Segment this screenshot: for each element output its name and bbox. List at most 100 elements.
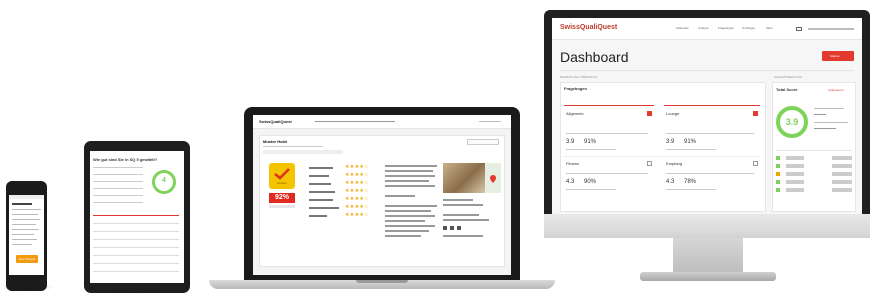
card-percent: 90%: [584, 179, 597, 185]
card-score: 4.3: [566, 179, 575, 185]
star-rating-icon: ★★★★☆: [345, 204, 369, 210]
card-checkbox[interactable]: [647, 161, 652, 166]
table-row: [93, 255, 179, 256]
total-score-link[interactable]: Analysieren: [828, 88, 854, 92]
card-percent: 78%: [684, 179, 697, 185]
list-item: [776, 180, 852, 184]
laptop-brand: SwissQualiQuest: [259, 119, 292, 124]
laptop-login-link[interactable]: [479, 121, 501, 122]
panel-title: Fragebogen: [564, 86, 587, 91]
list-item: [776, 164, 852, 168]
card-name: Lounge: [666, 111, 680, 116]
card-row-divider: [564, 156, 760, 157]
laptop-title-underline: [263, 146, 323, 147]
list-item: [776, 156, 852, 160]
card-percent: 91%: [584, 139, 597, 145]
card-checkbox[interactable]: [753, 111, 758, 116]
text-line: [814, 128, 836, 129]
tablet-detail-table: [93, 221, 179, 279]
text-line: [443, 214, 479, 216]
card-checkbox[interactable]: [753, 161, 758, 166]
text-line: [385, 220, 425, 222]
card-meta-line: [666, 133, 754, 134]
total-score-value: 3.9: [785, 117, 799, 127]
phone-title-line: [12, 203, 32, 205]
text-line: [443, 204, 483, 206]
questionnaire-panel: [560, 82, 766, 212]
nav-item[interactable]: Umfragen: [742, 26, 764, 30]
phone-list-row: [12, 229, 39, 230]
card-score: 3.9: [566, 139, 575, 145]
text-line: [443, 235, 483, 237]
desktop-monitor: SwissQualiQuest Startseite Analyse Frage…: [544, 10, 870, 214]
golden-badge-label: Golden: [277, 181, 287, 185]
mail-icon[interactable]: [796, 27, 802, 31]
nav-item[interactable]: Fragebogen: [718, 26, 740, 30]
total-meta-lines: [814, 108, 852, 138]
text-line: [385, 210, 431, 212]
card-meta-line: [666, 173, 754, 174]
total-score-title: Total Score: [776, 87, 798, 92]
page-title: Dashboard: [560, 49, 629, 65]
card-meta-line: [566, 149, 616, 150]
panel-accent-line: [564, 105, 654, 106]
text-line: [385, 225, 435, 227]
card-percent: 91%: [684, 139, 697, 145]
phone-list-row: [12, 234, 34, 235]
text-line: [443, 199, 473, 201]
card-checkbox[interactable]: [647, 111, 652, 116]
table-row: [93, 202, 143, 203]
table-row: [93, 174, 143, 175]
phone-cta-button[interactable]: Zum Tampel: [16, 255, 38, 263]
desktop-brand: SwissQualiQuest: [560, 24, 618, 31]
star-rating-icon: ★★★★☆: [345, 196, 369, 202]
laptop-category-labels: [309, 165, 343, 217]
text-line: [385, 230, 429, 232]
laptop-company-title: Muster Hotel: [263, 139, 288, 144]
tablet-score-value: 4: [162, 177, 166, 184]
table-row: [93, 231, 179, 232]
nav-item[interactable]: Startseite: [676, 26, 696, 30]
table-row: [93, 195, 143, 196]
laptop-tabs[interactable]: [263, 150, 343, 154]
laptop-share-button[interactable]: [467, 139, 499, 145]
panel-accent-line: [664, 105, 760, 106]
right-section-label: GESAMTWERTUNG: [774, 75, 803, 79]
start-button-label: Starten: [830, 54, 840, 58]
category-label: [309, 183, 331, 185]
nav-item[interactable]: Mehr: [766, 26, 782, 30]
nav-item[interactable]: Analyse: [698, 26, 716, 30]
laptop-contact-lines: [443, 199, 493, 239]
card-meta-line: [566, 133, 648, 134]
star-rating-icon: ★★★★☆: [345, 180, 369, 186]
text-line: [385, 235, 421, 237]
phone-list-row: [12, 239, 37, 240]
card-meta-line: [566, 189, 616, 190]
card-meta-line: [666, 189, 716, 190]
tablet-divider: [93, 215, 179, 216]
rating-percentage: 92%: [269, 193, 295, 203]
phone-list-row: [12, 209, 41, 210]
score-distribution-list: [776, 150, 852, 200]
star-rating-icon: ★★★★☆: [345, 188, 369, 194]
table-row: [93, 181, 143, 182]
tablet-heading: Wie gut sind Sie in SQ 5 gewählt?: [93, 157, 158, 162]
laptop: SwissQualiQuest Muster Hotel Golden 92% …: [244, 107, 520, 280]
text-line: [385, 215, 435, 217]
card-score: 4.3: [666, 179, 675, 185]
phone-rating-list: [12, 209, 41, 249]
table-row: [776, 150, 852, 151]
card-score: 3.9: [666, 139, 675, 145]
text-line: [385, 170, 433, 172]
smartphone: Zum Tampel: [6, 181, 47, 291]
monitor-stand: [673, 238, 743, 274]
tablet-screen: Wie gut sind Sie in SQ 5 gewählt? 4: [90, 151, 184, 283]
phone-screen: Zum Tampel: [9, 195, 44, 275]
table-row: [93, 167, 143, 168]
text-line: [385, 180, 429, 182]
card-meta-line: [666, 149, 716, 150]
hotel-photo: [443, 163, 485, 193]
star-rating-icon: ★★★★☆: [345, 212, 369, 218]
social-icons[interactable]: [443, 226, 461, 230]
user-menu[interactable]: [808, 28, 854, 30]
